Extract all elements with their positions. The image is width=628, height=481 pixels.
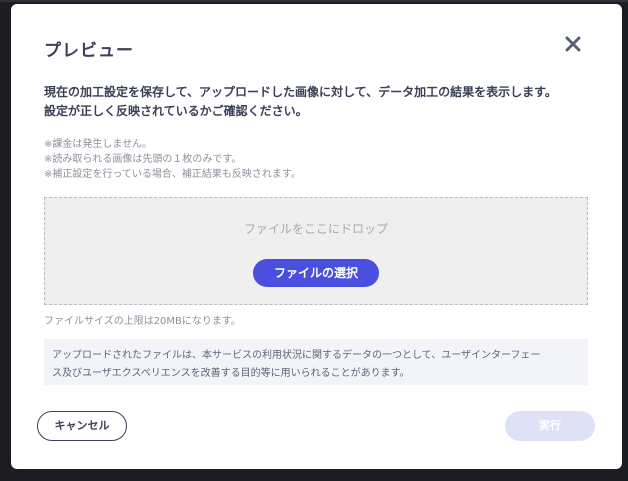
dropzone-text: ファイルをここにドロップ [243, 222, 388, 236]
file-size-limit: ファイルサイズの上限は20MBになります。 [44, 316, 241, 327]
close-icon[interactable] [563, 34, 583, 54]
preview-dialog: プレビュー 現在の加工設定を保存して、アップロードした画像に対して、データ加工の… [11, 4, 622, 469]
backdrop-edge [0, 0, 628, 2]
info-line: ス及びユーザエクスペリエンスを改善する目的等に用いられることがあります。 [52, 368, 410, 379]
dialog-title: プレビュー [44, 41, 134, 61]
select-file-button[interactable]: ファイルの選択 [253, 259, 379, 287]
description-line: 現在の加工設定を保存して、アップロードした画像に対して、データ加工の結果を表示し… [44, 85, 557, 99]
description-line: 設定が正しく反映されているかご確認ください。 [44, 104, 308, 118]
cancel-button[interactable]: キャンセル [37, 411, 127, 441]
file-dropzone[interactable]: ファイルをここにドロップ ファイルの選択 [44, 197, 588, 305]
notes-list: ※課金は発生しません。 ※読み取られる画像は先頭の１枚のみです。 ※補正設定を行… [44, 137, 604, 182]
note-item: ※補正設定を行っている場合、補正結果も反映されます。 [44, 169, 301, 180]
run-button[interactable]: 実行 [505, 411, 595, 441]
note-item: ※課金は発生しません。 [44, 139, 153, 150]
dialog-description: 現在の加工設定を保存して、アップロードした画像に対して、データ加工の結果を表示し… [44, 83, 604, 121]
note-item: ※読み取られる画像は先頭の１枚のみです。 [44, 154, 242, 165]
usage-info-box: アップロードされたファイルは、本サービスの利用状況に関するデータの一つとして、ユ… [44, 339, 588, 385]
info-line: アップロードされたファイルは、本サービスの利用状況に関するデータの一つとして、ユ… [52, 350, 541, 361]
